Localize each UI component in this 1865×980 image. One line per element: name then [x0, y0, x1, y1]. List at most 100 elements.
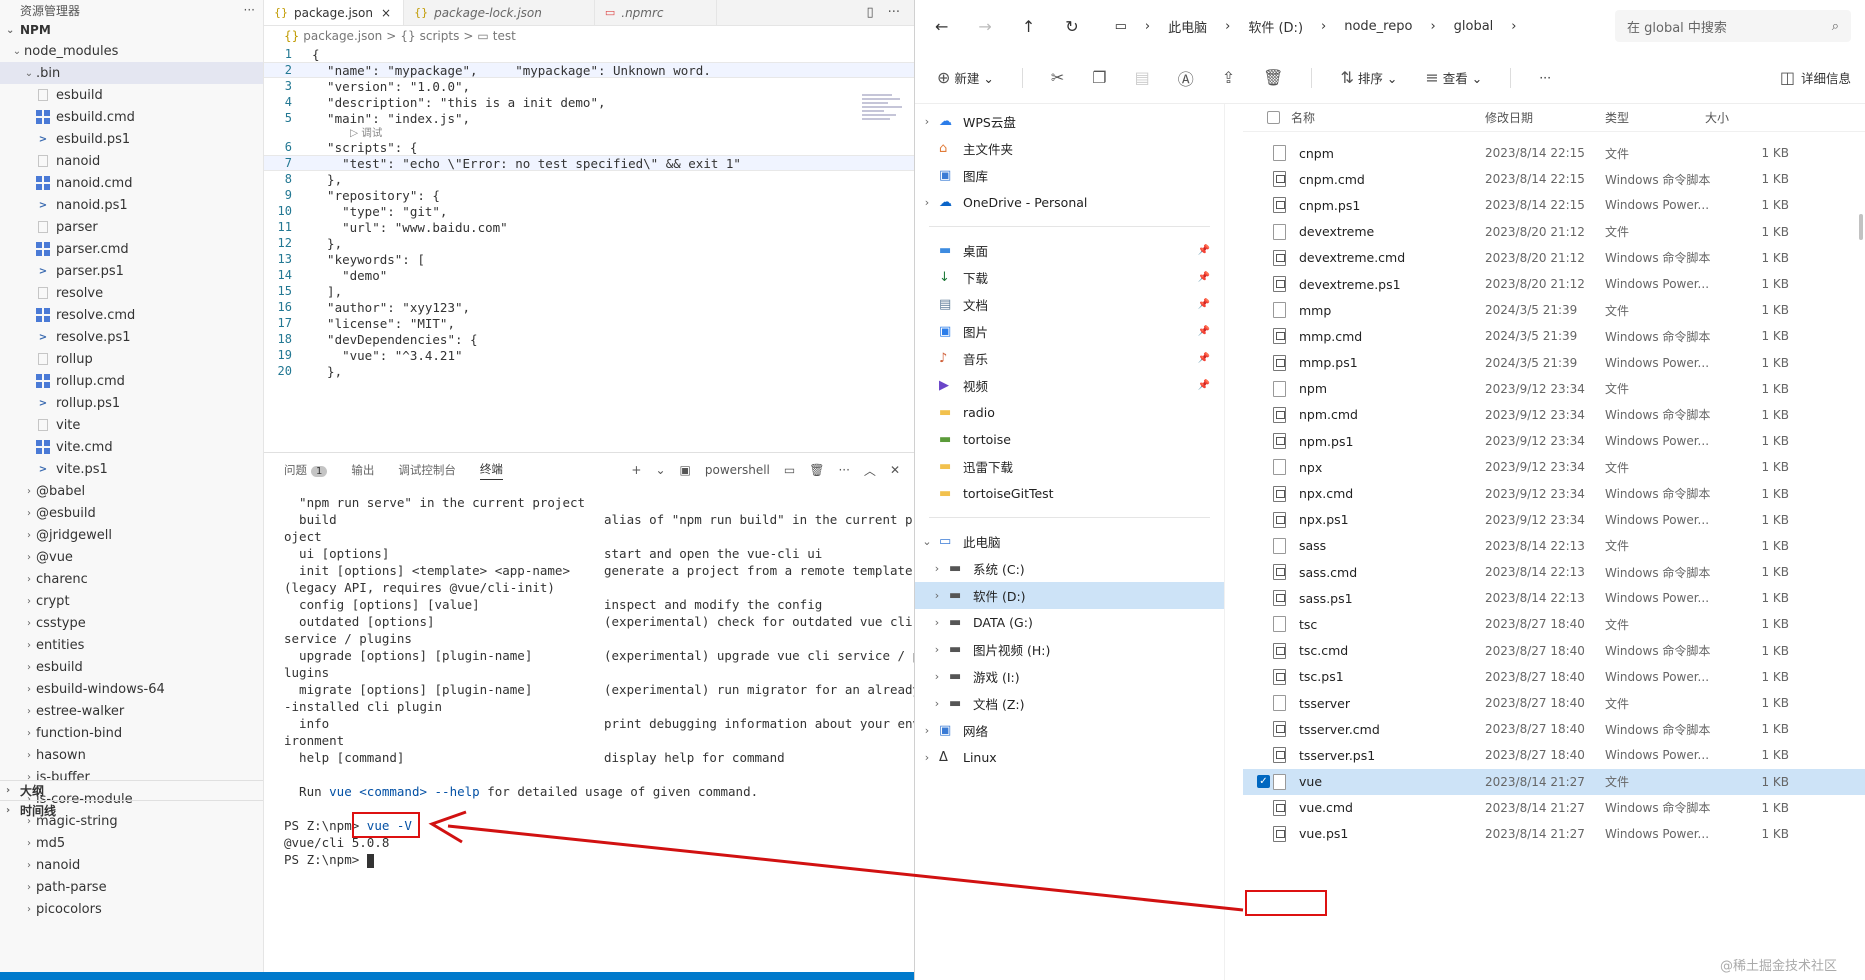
nav-item-tortoisegittest[interactable]: ▬ tortoiseGitTest: [915, 480, 1224, 507]
nav-item-linux[interactable]: › Δ Linux: [915, 744, 1224, 771]
forward-arrow-icon[interactable]: →: [978, 17, 991, 36]
panel-tab[interactable]: 输出: [351, 462, 374, 478]
more-actions-icon[interactable]: ···: [888, 5, 900, 20]
rename-icon[interactable]: Ⓐ: [1178, 66, 1194, 90]
panel-tab[interactable]: 终端: [479, 461, 503, 480]
workspace-section-npm[interactable]: ⌄ NPM: [0, 20, 263, 40]
nav-item--[interactable]: ♪ 音乐 📌: [915, 345, 1224, 372]
file-row[interactable]: devextreme.ps1 2023/8/20 21:12 Windows Pow…: [1243, 271, 1865, 297]
file-row[interactable]: tsserver 2023/8/27 18:40 文件 1 KB: [1243, 690, 1865, 716]
select-all-checkbox[interactable]: [1267, 111, 1280, 124]
search-box[interactable]: 在 global 中搜索 ⌕: [1615, 10, 1851, 42]
file-row[interactable]: sass.cmd 2023/8/14 22:13 Windows 命令脚本 1 KB: [1243, 559, 1865, 585]
tree-file-parser[interactable]: parser: [0, 216, 263, 238]
paste-icon[interactable]: ▤: [1135, 68, 1150, 87]
tree-folder-item[interactable]: › charenc: [0, 568, 263, 590]
close-panel-icon[interactable]: ✕: [890, 463, 900, 477]
outline-section[interactable]: › 大纲: [0, 780, 263, 800]
code-area[interactable]: 1{2 "name": "mypackage", "mypackage": Un…: [264, 46, 914, 379]
chevron-icon[interactable]: ›: [915, 751, 939, 764]
tree-folder-item[interactable]: › esbuild-windows-64: [0, 678, 263, 700]
nav-item--z-[interactable]: › ▬ 文档 (Z:): [915, 690, 1224, 717]
nav-item--[interactable]: ⌄ ▭ 此电脑: [915, 528, 1224, 555]
tree-file-vite-ps1[interactable]: > vite.ps1: [0, 458, 263, 480]
tree-file-rollup-ps1[interactable]: > rollup.ps1: [0, 392, 263, 414]
file-row[interactable]: npx.cmd 2023/9/12 23:34 Windows 命令脚本 1 KB: [1243, 480, 1865, 506]
tree-folder-item[interactable]: › entities: [0, 634, 263, 656]
tab--npmrc[interactable]: ▭ .npmrc: [595, 0, 717, 25]
nav-item-wps-[interactable]: › ☁ WPS云盘: [915, 108, 1224, 135]
back-arrow-icon[interactable]: ←: [935, 17, 948, 36]
pin-icon[interactable]: 📌: [1198, 272, 1210, 283]
tree-file-rollup[interactable]: rollup: [0, 348, 263, 370]
tree-folder-item[interactable]: › @esbuild: [0, 502, 263, 524]
file-row[interactable]: tsc.ps1 2023/8/27 18:40 Windows Power... 1 …: [1243, 664, 1865, 690]
nav-item--[interactable]: ⌂ 主文件夹: [915, 135, 1224, 162]
tree-file-esbuild-ps1[interactable]: > esbuild.ps1: [0, 128, 263, 150]
chevron-icon[interactable]: ›: [925, 697, 949, 710]
close-icon[interactable]: ×: [381, 6, 391, 20]
tree-folder-item[interactable]: › function-bind: [0, 722, 263, 744]
column-name[interactable]: 名称: [1291, 109, 1315, 126]
tree-folder-node-modules[interactable]: ⌄ node_modules: [0, 40, 263, 62]
view-button[interactable]: ≡ 查看 ⌄: [1425, 68, 1482, 87]
chevron-icon[interactable]: ›: [915, 196, 939, 209]
new-button[interactable]: ⊕ 新建 ⌄: [937, 68, 994, 87]
nav-item-radio[interactable]: ▬ radio: [915, 399, 1224, 426]
maximize-panel-icon[interactable]: ︿: [864, 462, 876, 479]
tree-folder-item[interactable]: › csstype: [0, 612, 263, 634]
more-options-button[interactable]: ···: [1539, 70, 1551, 85]
file-row[interactable]: vue.ps1 2023/8/14 21:27 Windows Power... 1 …: [1243, 821, 1865, 847]
chevron-down-icon[interactable]: ⌄: [655, 463, 665, 477]
pin-icon[interactable]: 📌: [1198, 380, 1210, 391]
file-row[interactable]: ✓ vue 2023/8/14 21:27 文件 1 KB: [1243, 768, 1865, 795]
nav-item--d-[interactable]: › ▬ 软件 (D:): [915, 582, 1224, 609]
file-row[interactable]: tsserver.cmd 2023/8/27 18:40 Windows 命令脚本 1…: [1243, 716, 1865, 742]
file-row[interactable]: cnpm.ps1 2023/8/14 22:15 Windows Power... 1…: [1243, 192, 1865, 218]
refresh-icon[interactable]: ↻: [1065, 17, 1078, 36]
file-row[interactable]: npx.ps1 2023/9/12 23:34 Windows Power... 1 …: [1243, 507, 1865, 533]
column-size[interactable]: 大小: [1705, 109, 1729, 126]
tree-folder-item[interactable]: › md5: [0, 832, 263, 854]
tree-folder-item[interactable]: › crypt: [0, 590, 263, 612]
chevron-icon[interactable]: ›: [925, 643, 949, 656]
nav-item-tortoise[interactable]: ▬ tortoise: [915, 426, 1224, 453]
tree-file-nanoid-ps1[interactable]: > nanoid.ps1: [0, 194, 263, 216]
chevron-icon[interactable]: ›: [925, 589, 949, 602]
tree-file-esbuild[interactable]: esbuild: [0, 84, 263, 106]
tree-file-parser-ps1[interactable]: > parser.ps1: [0, 260, 263, 282]
tree-folder-item[interactable]: › path-parse: [0, 876, 263, 898]
file-row[interactable]: vue.cmd 2023/8/14 21:27 Windows 命令脚本 1 KB: [1243, 795, 1865, 821]
tree-folder-item[interactable]: › picocolors: [0, 898, 263, 920]
nav-item--[interactable]: › ▣ 网络: [915, 717, 1224, 744]
file-row[interactable]: npm.cmd 2023/9/12 23:34 Windows 命令脚本 1 KB: [1243, 402, 1865, 428]
minimap[interactable]: [862, 94, 906, 154]
panel-tab[interactable]: 调试控制台: [398, 462, 456, 478]
tree-file-resolve-ps1[interactable]: > resolve.ps1: [0, 326, 263, 348]
file-row[interactable]: devextreme.cmd 2023/8/20 21:12 Windows 命令脚…: [1243, 245, 1865, 271]
tree-folder-item[interactable]: › esbuild: [0, 656, 263, 678]
tree-folder-item[interactable]: › estree-walker: [0, 700, 263, 722]
tree-file-resolve-cmd[interactable]: resolve.cmd: [0, 304, 263, 326]
breadcrumb-item[interactable]: package.json: [303, 29, 382, 43]
nav-item--[interactable]: ▣ 图库: [915, 162, 1224, 189]
file-row[interactable]: cnpm 2023/8/14 22:15 文件 1 KB: [1243, 140, 1865, 166]
nav-item--[interactable]: ↓ 下载 📌: [915, 264, 1224, 291]
address-breadcrumb[interactable]: ▭ › 此电脑 › 软件 (D:) › node_repo › global ›: [1115, 17, 1517, 36]
address-segment[interactable]: 此电脑: [1168, 17, 1207, 36]
tree-folder-item[interactable]: › hasown: [0, 744, 263, 766]
file-row[interactable]: tsserver.ps1 2023/8/27 18:40 Windows Power…: [1243, 742, 1865, 768]
shell-name[interactable]: powershell: [705, 463, 770, 477]
more-actions-icon[interactable]: ···: [838, 463, 849, 477]
nav-item-data-g-[interactable]: › ▬ DATA (G:): [915, 609, 1224, 636]
tree-file-nanoid[interactable]: nanoid: [0, 150, 263, 172]
tree-file-nanoid-cmd[interactable]: nanoid.cmd: [0, 172, 263, 194]
file-row[interactable]: devextreme 2023/8/20 21:12 文件 1 KB: [1243, 219, 1865, 245]
up-arrow-icon[interactable]: ↑: [1022, 17, 1035, 36]
breadcrumb-item[interactable]: test: [493, 29, 516, 43]
column-type[interactable]: 类型: [1605, 109, 1629, 126]
address-segment[interactable]: node_repo: [1344, 19, 1412, 34]
details-pane-button[interactable]: ◫ 详细信息: [1780, 68, 1851, 87]
nav-item--h-[interactable]: › ▬ 图片视频 (H:): [915, 636, 1224, 663]
pin-icon[interactable]: 📌: [1198, 245, 1210, 256]
